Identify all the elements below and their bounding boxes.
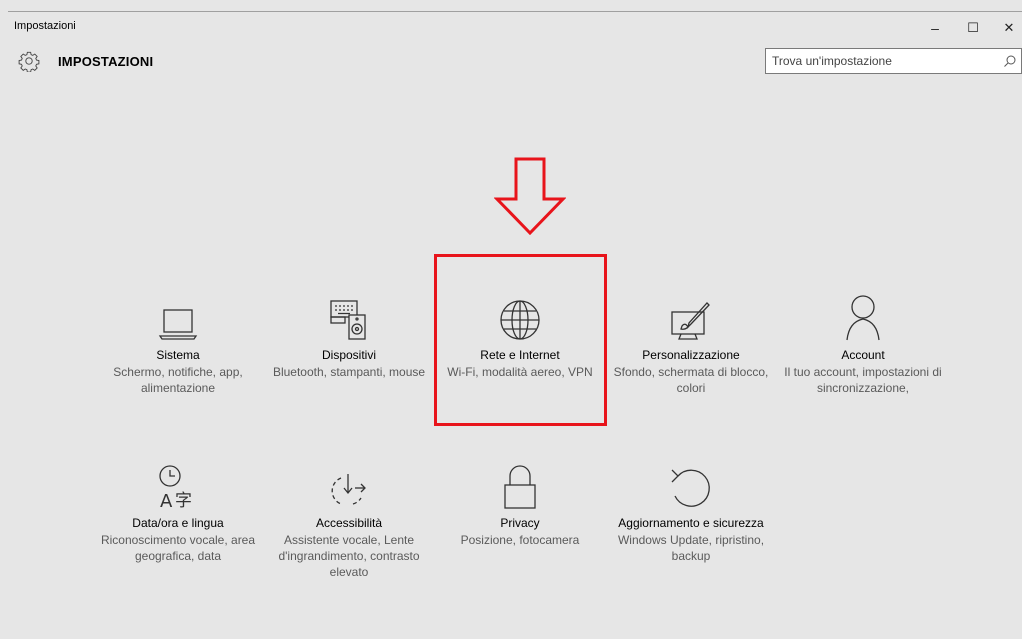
lock-icon <box>504 465 536 509</box>
tile-label: Privacy <box>500 516 540 530</box>
tile-data-ora-e-lingua[interactable]: A 字 Data/ora e lingua Riconoscimento voc… <box>98 460 258 564</box>
tile-sistema[interactable]: Sistema Schermo, notifiche, app, aliment… <box>98 292 258 396</box>
tile-label: Personalizzazione <box>642 348 740 362</box>
gear-icon <box>18 51 40 72</box>
tile-account[interactable]: Account Il tuo account, impostazioni di … <box>783 292 943 396</box>
tile-label: Accessibilità <box>315 516 383 530</box>
settings-window: Impostazioni – ☐ ✕ IMPOSTAZIONI Trova un… <box>0 0 1022 639</box>
tile-personalizzazione[interactable]: Personalizzazione Sfondo, schermata di b… <box>611 292 771 396</box>
accessibility-icon <box>331 474 366 505</box>
tile-description: Assistente vocale, Lente d'ingrandimento… <box>278 533 420 579</box>
title-bar: Impostazioni – ☐ ✕ <box>8 12 1022 42</box>
close-button[interactable]: ✕ <box>992 16 1022 40</box>
globe-icon <box>500 300 540 340</box>
tile-description: Windows Update, ripristino, backup <box>617 533 765 563</box>
svg-text:A: A <box>160 491 173 510</box>
window-title: Impostazioni <box>14 20 76 32</box>
tile-label: Account <box>841 348 885 362</box>
tile-description: Schermo, notifiche, app, alimentazione <box>113 365 243 395</box>
tile-label: Aggiornamento e sicurezza <box>618 516 764 530</box>
person-icon <box>846 295 880 341</box>
refresh-icon <box>671 469 710 507</box>
tile-accessibilita[interactable]: Accessibilità Assistente vocale, Lente d… <box>269 460 429 580</box>
tile-description: Wi-Fi, modalità aereo, VPN <box>447 365 593 379</box>
search-icon[interactable] <box>1003 54 1017 68</box>
minimize-button[interactable]: – <box>918 16 952 40</box>
tile-label: Rete e Internet <box>480 348 560 362</box>
search-input[interactable] <box>766 49 986 73</box>
tile-description: Riconoscimento vocale, area geografica, … <box>100 533 256 563</box>
tile-dispositivi[interactable]: Dispositivi Bluetooth, stampanti, mouse <box>269 292 429 380</box>
tile-description: Bluetooth, stampanti, mouse <box>272 365 426 379</box>
laptop-icon <box>158 309 198 340</box>
search-box[interactable] <box>765 48 1022 74</box>
svg-text:字: 字 <box>175 491 192 510</box>
header: IMPOSTAZIONI <box>8 44 1022 80</box>
tile-aggiornamento-e-sicurezza[interactable]: Aggiornamento e sicurezza Windows Update… <box>611 460 771 564</box>
tile-label: Sistema <box>156 348 200 362</box>
annotation-arrow-icon <box>494 157 566 235</box>
time-language-icon: A 字 <box>159 465 192 510</box>
page-title: IMPOSTAZIONI <box>58 54 154 69</box>
tile-label: Data/ora e lingua <box>132 516 224 530</box>
tile-description: Posizione, fotocamera <box>460 533 580 547</box>
tile-label: Dispositivi <box>321 348 376 362</box>
tile-description: Sfondo, schermata di blocco, colori <box>613 365 769 395</box>
paint-monitor-icon <box>671 302 710 340</box>
tile-description: Il tuo account, impostazioni di sincroni… <box>784 365 942 395</box>
tile-rete-e-internet[interactable]: Rete e Internet Wi-Fi, modalità aereo, V… <box>440 292 600 380</box>
devices-icon <box>330 300 366 340</box>
tile-privacy[interactable]: Privacy Posizione, fotocamera <box>440 460 600 548</box>
maximize-button[interactable]: ☐ <box>956 16 990 40</box>
